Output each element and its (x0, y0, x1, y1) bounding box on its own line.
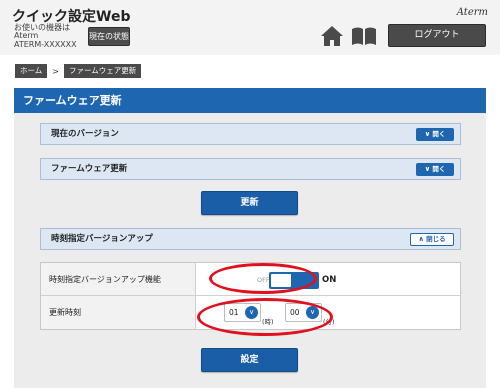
section-firmware-update-label: ファームウェア更新 (51, 164, 128, 174)
apply-button[interactable]: 設定 (201, 348, 298, 372)
hour-unit: (時) (262, 318, 274, 326)
section-current-version[interactable]: 現在のバージョン ∨ 開く (40, 123, 461, 145)
section-scheduled-update-label: 時刻指定バージョンアップ (51, 234, 153, 244)
firmware-update-open-button[interactable]: ∨ 開く (416, 163, 454, 176)
section-scheduled-update[interactable]: 時刻指定バージョンアップ ∧ 閉じる (40, 228, 461, 250)
content-panel (14, 113, 486, 388)
switch-on-label: ON (322, 275, 337, 285)
section-current-version-label: 現在のバージョン (51, 129, 119, 139)
minute-unit: (分) (323, 318, 335, 326)
settings-row-function: 時刻指定バージョンアップ機能 OFF ON (41, 263, 460, 296)
time-label: 更新時刻 (41, 296, 196, 329)
scheduled-update-close-label: 閉じる (426, 235, 446, 243)
manual-icon[interactable] (351, 26, 377, 46)
switch-off-label: OFF (257, 276, 270, 284)
firmware-update-open-label: 開く (432, 165, 446, 173)
page-title: ファームウェア更新 (14, 88, 486, 113)
current-version-open-button[interactable]: ∨ 開く (416, 128, 454, 141)
status-button[interactable]: 現在の状態 (88, 27, 130, 46)
breadcrumb: ホーム > ファームウェア更新 (15, 64, 142, 78)
breadcrumb-separator: > (52, 66, 59, 76)
switch-knob (271, 274, 291, 287)
breadcrumb-home[interactable]: ホーム (15, 64, 48, 78)
minute-select[interactable]: 00 ∨ (285, 303, 322, 322)
hour-select[interactable]: 01 ∨ (224, 303, 261, 322)
breadcrumb-current: ファームウェア更新 (63, 64, 142, 78)
chevron-down-icon: ∨ (306, 306, 319, 319)
device-id: ATERM-XXXXXX (14, 40, 77, 49)
home-icon[interactable] (320, 25, 344, 47)
header: クイック設定Web お使いの機器は Aterm ATERM-XXXXXX 現在の… (0, 0, 500, 55)
logout-button[interactable]: ログアウト (388, 24, 486, 47)
chevron-up-icon: ∧ (418, 235, 425, 243)
section-firmware-update[interactable]: ファームウェア更新 ∨ 開く (40, 158, 461, 180)
chevron-down-icon: ∨ (245, 306, 258, 319)
hour-value: 01 (229, 308, 239, 317)
scheduled-update-close-button[interactable]: ∧ 閉じる (410, 233, 454, 246)
brand-logo: Aterm (456, 7, 488, 18)
current-version-open-label: 開く (432, 130, 446, 138)
device-model: Aterm (14, 31, 39, 40)
scheduled-update-switch[interactable] (269, 272, 319, 289)
chevron-down-icon: ∨ (424, 130, 431, 138)
update-button[interactable]: 更新 (201, 191, 298, 215)
scheduled-settings-table: 時刻指定バージョンアップ機能 OFF ON 更新時刻 01 ∨ (時) 00 ∨… (40, 262, 461, 330)
minute-value: 00 (290, 308, 300, 317)
chevron-down-icon: ∨ (424, 165, 431, 173)
function-label: 時刻指定バージョンアップ機能 (41, 263, 196, 295)
settings-row-time: 更新時刻 01 ∨ (時) 00 ∨ (分) (41, 296, 460, 329)
